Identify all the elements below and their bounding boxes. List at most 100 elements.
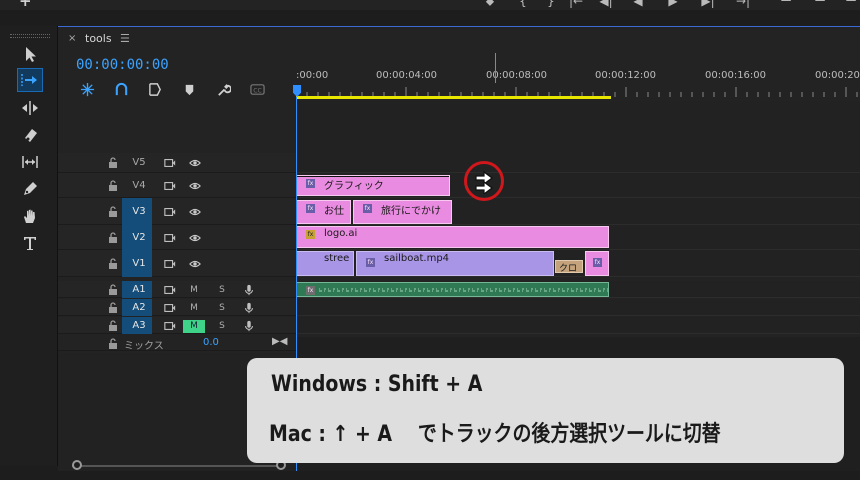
eye-icon[interactable] — [188, 157, 202, 169]
pen-tool[interactable] — [17, 177, 43, 201]
transition-cross-dissolve[interactable]: クロ — [555, 260, 583, 273]
track-lane-a3[interactable] — [296, 317, 860, 334]
mute-button[interactable]: M — [183, 284, 205, 297]
lock-icon[interactable] — [107, 302, 119, 314]
sync-lock-icon[interactable] — [163, 302, 177, 314]
razor-icon — [25, 129, 37, 142]
mix-end-icon[interactable]: ▶◀ — [272, 336, 287, 347]
eye-icon[interactable] — [188, 232, 202, 244]
marker-icon[interactable] — [180, 81, 198, 97]
play-icon[interactable]: ▶ — [665, 0, 681, 10]
track-select-backward-tool[interactable] — [17, 68, 43, 92]
solo-button[interactable]: S — [215, 284, 229, 297]
shortcut-caption: Windows : Shift + A Mac : ↑ + A でトラックの後方選… — [247, 358, 844, 463]
sync-lock-icon[interactable] — [163, 157, 177, 169]
clip-v3-b[interactable]: fx 旅行にでかけ — [353, 200, 452, 224]
hand-tool[interactable] — [17, 204, 43, 228]
track-header-v2[interactable]: V2 — [58, 225, 296, 250]
eye-icon[interactable] — [188, 206, 202, 218]
sync-lock-icon[interactable] — [163, 180, 177, 192]
marker-icon[interactable]: ⬥ — [482, 0, 498, 10]
horizontal-scrollbar[interactable] — [72, 465, 284, 467]
mic-icon[interactable] — [243, 301, 255, 315]
track-select-backward-icon — [21, 74, 37, 86]
extract-icon[interactable]: ▀ — [812, 0, 828, 10]
lock-icon[interactable] — [107, 338, 119, 350]
settings-wrench-icon[interactable] — [214, 81, 232, 97]
tab-menu-icon[interactable]: ☰ — [120, 32, 130, 45]
sync-lock-icon[interactable] — [163, 284, 177, 296]
solo-button[interactable]: S — [215, 302, 229, 315]
mic-icon[interactable] — [243, 283, 255, 297]
track-header-a2[interactable]: A2 M S — [58, 299, 296, 316]
track-header-v4[interactable]: V4 — [58, 173, 296, 198]
track-header-v1[interactable]: V1 — [58, 250, 296, 277]
pen-icon — [24, 182, 37, 195]
mic-icon[interactable] — [243, 319, 255, 333]
step-back-icon[interactable]: ◀| — [598, 0, 614, 10]
lock-icon[interactable] — [107, 320, 119, 332]
step-back-frame-icon[interactable]: ◀ — [630, 0, 646, 10]
mute-button[interactable]: M — [183, 302, 205, 315]
lift-icon[interactable]: ▀ — [778, 0, 794, 10]
add-marker-icon[interactable] — [146, 81, 164, 97]
track-lane-a2[interactable] — [296, 299, 860, 316]
lock-icon[interactable] — [107, 258, 119, 270]
linked-selection-icon[interactable] — [112, 81, 130, 97]
mix-volume-value[interactable]: 0.0 — [203, 337, 219, 348]
type-icon — [24, 237, 36, 250]
panel-grip[interactable] — [10, 34, 50, 38]
sync-lock-icon[interactable] — [163, 258, 177, 270]
clip-logo-v2[interactable]: fx logo.ai — [296, 226, 609, 248]
track-header-v5[interactable]: V5 — [58, 153, 296, 173]
fx-badge: fx — [593, 258, 602, 267]
sync-lock-icon[interactable] — [163, 320, 177, 332]
selection-tool[interactable] — [17, 42, 43, 66]
track-header-a1[interactable]: A1 M S — [58, 281, 296, 298]
sync-lock-icon[interactable] — [163, 206, 177, 218]
scroll-left-handle[interactable] — [72, 460, 82, 470]
sync-lock-icon[interactable] — [163, 232, 177, 244]
eye-icon[interactable] — [188, 258, 202, 270]
captions-icon[interactable]: CC — [248, 81, 266, 97]
lock-icon[interactable] — [107, 284, 119, 296]
close-tab-icon[interactable]: × — [68, 33, 76, 44]
eye-icon[interactable] — [188, 180, 202, 192]
clip-audio-a1[interactable]: fx — [296, 282, 609, 297]
clip-label: 旅行にでかけ — [381, 206, 441, 217]
lock-icon[interactable] — [107, 157, 119, 169]
fx-badge: fx — [366, 258, 375, 267]
export-frame-icon[interactable]: ▀ — [843, 0, 859, 10]
slip-tool[interactable] — [17, 150, 43, 174]
clip-sailboat-v1[interactable]: fx sailboat.mp4 — [356, 251, 554, 276]
solo-button[interactable]: S — [215, 320, 229, 333]
go-back-icon[interactable]: |← — [568, 0, 584, 10]
work-area-bar[interactable] — [296, 96, 611, 99]
clip-v3-a[interactable]: fx お仕 — [296, 200, 351, 224]
track-name: A1 — [132, 284, 146, 295]
step-forward-icon[interactable]: ▶| — [700, 0, 716, 10]
go-forward-icon[interactable]: →| — [735, 0, 751, 10]
razor-tool[interactable] — [17, 123, 43, 147]
track-lane-v5[interactable] — [296, 153, 860, 173]
go-to-out-icon[interactable]: } — [543, 0, 559, 10]
playhead-timecode[interactable]: 00:00:00:00 — [76, 57, 169, 73]
lock-icon[interactable] — [107, 180, 119, 192]
type-tool[interactable] — [17, 231, 43, 255]
track-name: V2 — [132, 232, 146, 243]
go-to-in-icon[interactable]: { — [515, 0, 531, 10]
clip-graphic-v4[interactable]: fx グラフィック — [296, 175, 450, 196]
clip-stree-v1[interactable]: stree — [296, 251, 354, 276]
snap-icon[interactable] — [78, 81, 96, 97]
track-header-a3[interactable]: A3 M S — [58, 317, 296, 334]
fx-badge: fx — [306, 179, 315, 188]
ripple-edit-tool[interactable] — [17, 96, 43, 120]
time-ruler[interactable]: :00:00 00:00:04:00 00:00:08:00 00:00:12:… — [293, 65, 860, 101]
lock-icon[interactable] — [107, 206, 119, 218]
clip-v1-end[interactable]: fx — [585, 251, 609, 276]
track-header-v3[interactable]: V3 — [58, 198, 296, 225]
add-button[interactable]: + — [19, 0, 32, 10]
lock-icon[interactable] — [107, 232, 119, 244]
sequence-tab[interactable]: tools — [85, 32, 112, 45]
mute-button[interactable]: M — [183, 320, 205, 333]
